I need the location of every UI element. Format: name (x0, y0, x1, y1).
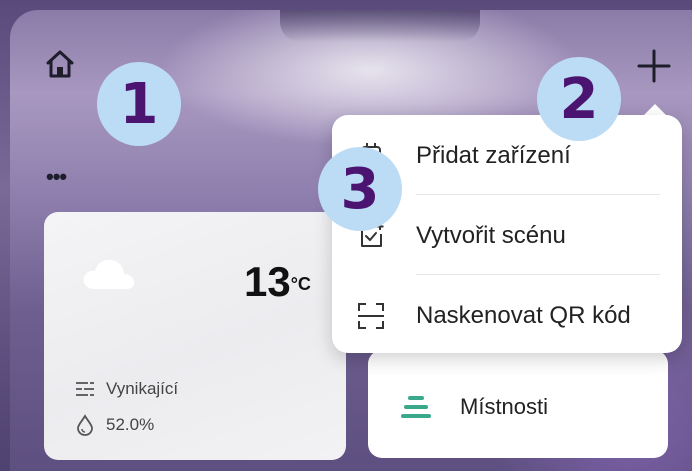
add-menu: Přidat zařízení Vytvořit scénu Naskenova… (332, 115, 682, 353)
humidity-value: 52.0% (106, 415, 155, 434)
menu-item-label: Vytvořit scénu (416, 222, 566, 249)
menu-item-label: Naskenovat QR kód (416, 302, 631, 329)
air-quality-row: Vynikající (74, 378, 178, 400)
more-icon[interactable]: ••• (46, 166, 67, 188)
humidity-icon (77, 414, 93, 436)
plus-icon[interactable] (634, 46, 674, 86)
menu-item-label: Přidat zařízení (416, 142, 571, 169)
air-quality-label: Vynikající (106, 379, 179, 398)
home-icon[interactable] (42, 46, 78, 82)
rooms-icon (401, 395, 431, 419)
step-badge-1: 1 (97, 62, 181, 146)
humidity-row: 52.0% (74, 414, 154, 436)
menu-item-create-scene[interactable]: Vytvořit scénu (356, 197, 666, 275)
temperature-number: 13 (244, 258, 291, 305)
temperature-value: 13°C (244, 258, 311, 306)
menu-divider (416, 194, 660, 195)
scan-qr-icon (358, 303, 384, 329)
menu-item-add-device[interactable]: Přidat zařízení (356, 117, 666, 195)
air-quality-icon (76, 382, 94, 396)
step-badge-3: 3 (318, 147, 402, 231)
temperature-unit: °C (290, 274, 311, 294)
step-badge-2: 2 (537, 57, 621, 141)
cloud-icon (80, 255, 138, 293)
menu-item-scan-qr[interactable]: Naskenovat QR kód (356, 277, 666, 355)
status-bar-shade (280, 10, 480, 42)
rooms-label[interactable]: Místnosti (460, 394, 548, 420)
menu-divider (416, 274, 660, 275)
